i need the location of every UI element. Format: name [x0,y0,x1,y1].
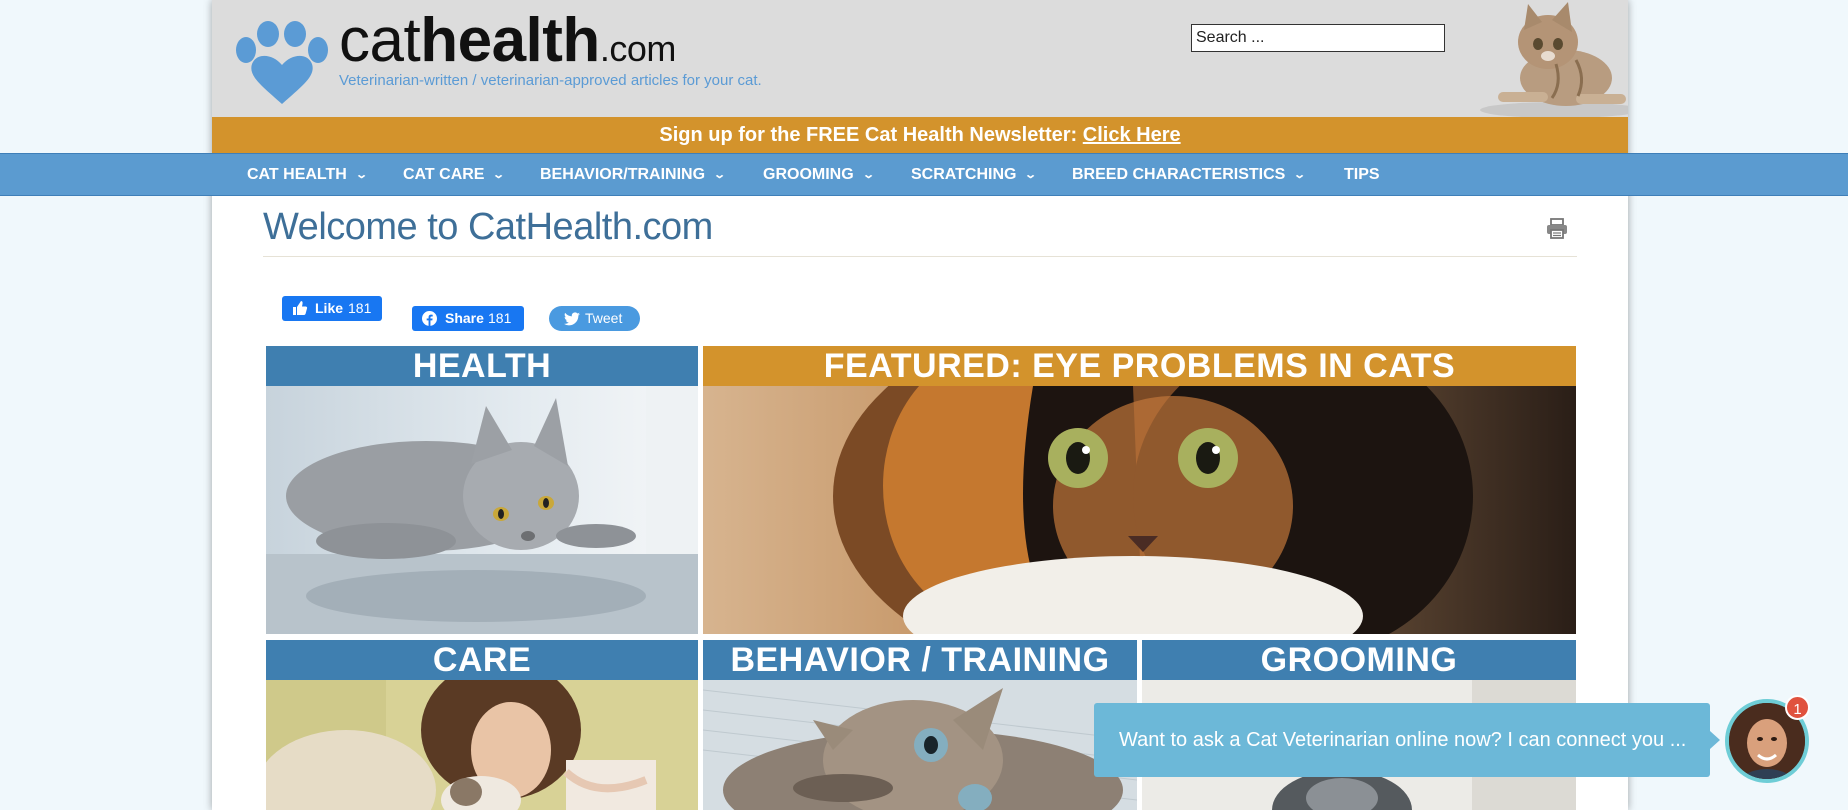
chevron-down-icon: ⌄ [492,169,506,181]
title-divider [263,256,1577,257]
print-icon[interactable] [1546,217,1568,239]
tweet-button[interactable]: Tweet [549,306,640,331]
nav-label: CAT HEALTH [247,166,347,183]
page-container: cathealth.com Veterinarian-written / vet… [212,0,1628,810]
brand-part-cat: cat [339,6,421,75]
tile-care[interactable]: CARE [266,640,698,810]
thumbs-up-icon [293,301,308,315]
calico-cat-image [703,386,1576,634]
paw-logo-icon[interactable] [232,20,332,104]
tile-health-heading: HEALTH [266,346,698,386]
brand-part-health: health [420,6,600,75]
newsletter-link[interactable]: Click Here [1083,124,1181,146]
facebook-share-button[interactable]: Share 181 [412,306,524,331]
nav-item-cat-care[interactable]: CAT CARE ⌄ [403,154,506,195]
share-label: Share [445,310,484,326]
share-count: 181 [488,310,512,326]
tile-health[interactable]: HEALTH [266,346,698,634]
chevron-down-icon: ⌄ [1293,169,1307,181]
tile-behavior-heading: BEHAVIOR / TRAINING [703,640,1137,680]
gray-cat-image [266,386,698,634]
nav-item-scratching[interactable]: SCRATCHING ⌄ [911,154,1038,195]
woman-with-cat-image [266,680,698,810]
nav-label: BEHAVIOR/TRAINING [540,166,706,183]
nav-item-tips[interactable]: TIPS [1344,154,1380,195]
chevron-down-icon: ⌄ [1024,169,1038,181]
brand-part-com: .com [599,28,677,69]
search-input[interactable]: Search ... [1191,24,1445,52]
facebook-icon [422,311,437,326]
nav-label: CAT CARE [403,166,485,183]
nav-label: SCRATCHING [911,166,1017,183]
newsletter-text: Sign up for the FREE Cat Health Newslett… [659,124,1078,146]
tile-featured[interactable]: FEATURED: EYE PROBLEMS IN CATS [703,346,1576,634]
tile-behavior[interactable]: BEHAVIOR / TRAINING [703,640,1137,810]
nav-item-breed-characteristics[interactable]: BREED CHARACTERISTICS ⌄ [1072,154,1307,195]
site-tagline: Veterinarian-written / veterinarian-appr… [339,72,762,89]
chat-prompt-bubble[interactable]: Want to ask a Cat Veterinarian online no… [1094,703,1710,777]
tweet-label: Tweet [585,310,623,326]
nav-item-cat-health[interactable]: CAT HEALTH ⌄ [247,154,368,195]
chevron-down-icon: ⌄ [355,169,368,181]
site-header: cathealth.com Veterinarian-written / vet… [212,0,1628,117]
chat-notification-badge: 1 [1785,695,1810,720]
main-nav: CAT HEALTH ⌄ CAT CARE ⌄ BEHAVIOR/TRAINING ⌄… [0,153,1848,196]
chevron-down-icon: ⌄ [713,169,727,181]
tabby-cat-image [703,680,1137,810]
tile-grooming-heading: GROOMING [1142,640,1576,680]
nav-label: BREED CHARACTERISTICS [1072,166,1286,183]
newsletter-banner: Sign up for the FREE Cat Health Newslett… [212,117,1628,153]
nav-item-grooming[interactable]: GROOMING ⌄ [763,154,875,195]
tile-care-heading: CARE [266,640,698,680]
like-count: 181 [348,300,372,316]
kitten-image [1448,0,1628,117]
nav-item-behavior-training[interactable]: BEHAVIOR/TRAINING ⌄ [540,154,727,195]
twitter-icon [564,312,580,326]
chat-bubble-arrow [1710,731,1720,749]
page-title: Welcome to CatHealth.com [263,206,713,248]
like-label: Like [315,300,344,316]
tile-featured-heading: FEATURED: EYE PROBLEMS IN CATS [703,346,1576,386]
nav-label: GROOMING [763,166,854,183]
nav-label: TIPS [1344,166,1380,183]
facebook-like-button[interactable]: Like 181 [282,296,382,321]
chevron-down-icon: ⌄ [861,169,875,181]
